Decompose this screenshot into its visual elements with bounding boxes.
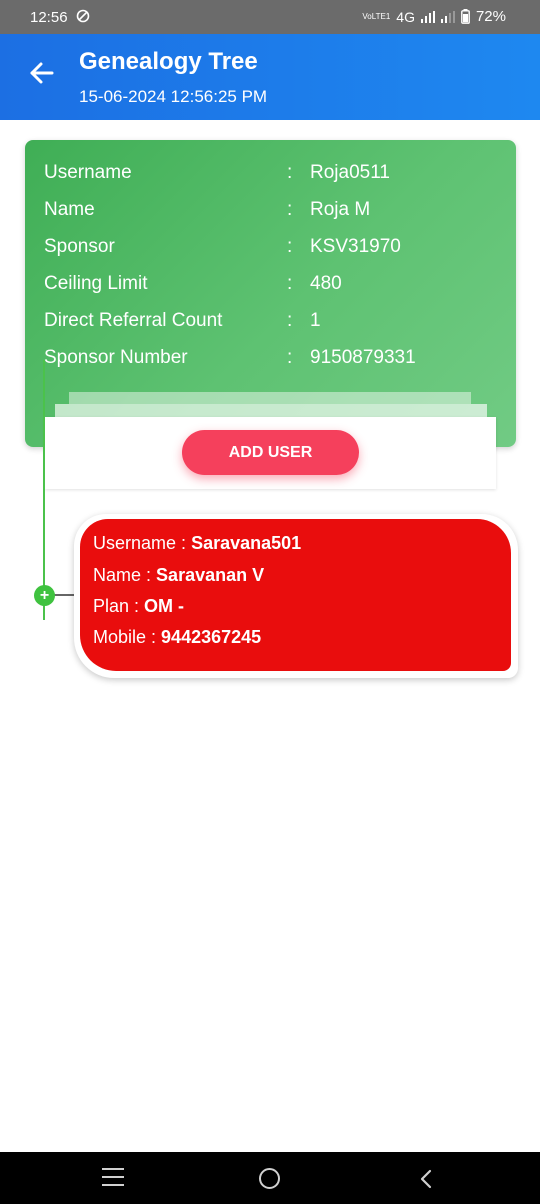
member-mobile-line: Mobile : 9442367245 bbox=[93, 627, 261, 648]
info-label: Username bbox=[44, 162, 132, 183]
status-bar: 12:56 VoLTE1 4G 72% bbox=[0, 0, 540, 34]
card-stack-shadow bbox=[69, 392, 471, 404]
info-colon: : bbox=[287, 273, 293, 294]
info-label: Sponsor Number bbox=[44, 347, 188, 368]
add-user-button[interactable]: ADD USER bbox=[182, 430, 359, 475]
battery-percent: 72% bbox=[475, 8, 506, 25]
info-colon: : bbox=[287, 347, 293, 368]
data-saver-icon bbox=[76, 9, 90, 23]
card-stack-shadow bbox=[55, 404, 487, 418]
member-plan: OM - bbox=[144, 596, 185, 616]
info-colon: : bbox=[287, 199, 293, 220]
info-label: Ceiling Limit bbox=[44, 273, 148, 294]
signal-weak-icon bbox=[440, 10, 455, 23]
recent-apps-icon[interactable] bbox=[102, 1168, 126, 1188]
member-card[interactable]: Username : Saravana501 Name : Saravanan … bbox=[80, 519, 511, 671]
tree-connector-horizontal bbox=[52, 594, 74, 596]
info-value: KSV31970 bbox=[310, 236, 401, 257]
info-colon: : bbox=[287, 236, 293, 257]
info-value: Roja M bbox=[310, 199, 371, 220]
home-icon[interactable] bbox=[259, 1168, 280, 1189]
member-name-line: Name : Saravanan V bbox=[93, 565, 264, 586]
back-arrow-icon[interactable] bbox=[28, 59, 56, 87]
page-title: Genealogy Tree bbox=[79, 48, 258, 75]
member-plan-line: Plan : OM - bbox=[93, 596, 184, 617]
system-navigation-bar bbox=[0, 1152, 540, 1204]
info-value: Roja0511 bbox=[310, 162, 390, 183]
info-colon: : bbox=[287, 310, 293, 331]
member-username-label: Username : bbox=[93, 533, 187, 553]
nav-back-icon[interactable] bbox=[418, 1168, 434, 1190]
member-username: Saravana501 bbox=[191, 533, 302, 553]
info-value: 480 bbox=[310, 273, 342, 294]
tree-connector-vertical bbox=[43, 360, 45, 620]
info-colon: : bbox=[287, 162, 293, 183]
info-label: Sponsor bbox=[44, 236, 115, 257]
status-time: 12:56 bbox=[30, 9, 68, 26]
volte-indicator: VoLTE1 bbox=[362, 11, 391, 21]
page-datetime: 15-06-2024 12:56:25 PM bbox=[79, 87, 268, 106]
member-name: Saravanan V bbox=[156, 565, 265, 585]
battery-icon bbox=[461, 9, 470, 24]
app-bar: Genealogy Tree 15-06-2024 12:56:25 PM bbox=[0, 34, 540, 120]
info-label: Name bbox=[44, 199, 95, 220]
info-value: 9150879331 bbox=[310, 347, 416, 368]
info-label: Direct Referral Count bbox=[44, 310, 223, 331]
signal-icon bbox=[420, 10, 435, 23]
network-type: 4G bbox=[396, 8, 415, 25]
member-plan-label: Plan : bbox=[93, 596, 140, 616]
status-indicators: VoLTE1 4G 72% bbox=[362, 8, 506, 25]
member-name-label: Name : bbox=[93, 565, 152, 585]
member-mobile-label: Mobile : bbox=[93, 627, 157, 647]
info-value: 1 bbox=[310, 310, 321, 331]
member-username-line: Username : Saravana501 bbox=[93, 533, 301, 554]
member-mobile: 9442367245 bbox=[161, 627, 262, 647]
expand-node-icon[interactable]: + bbox=[34, 585, 55, 606]
